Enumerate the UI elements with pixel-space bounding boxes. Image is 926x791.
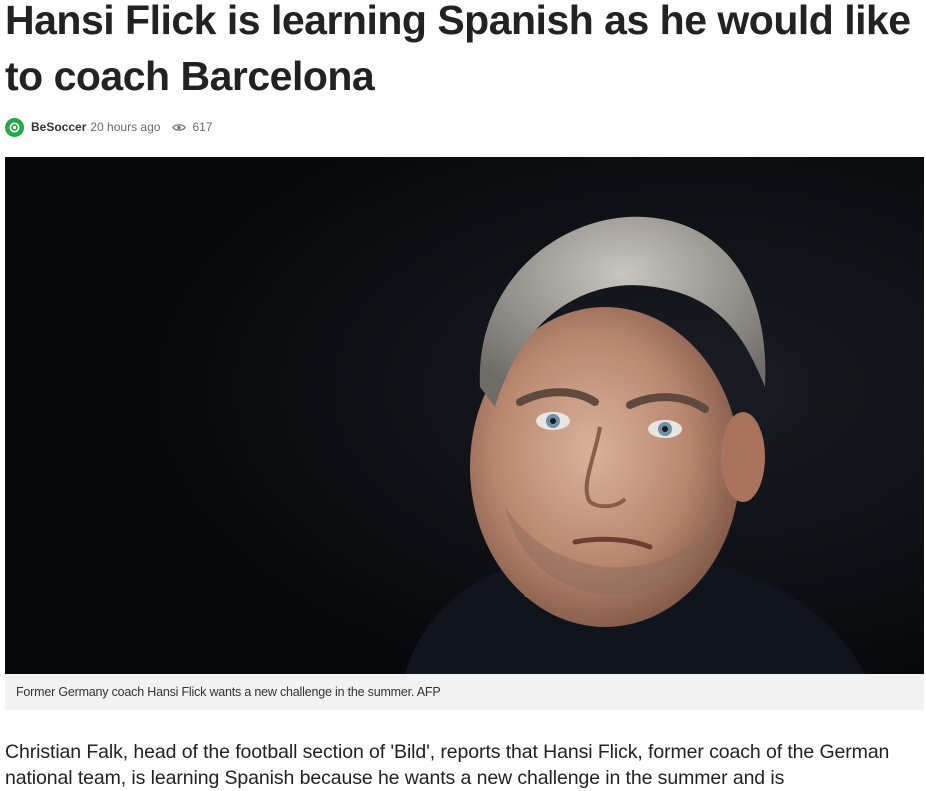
published-time: 20 hours ago — [90, 120, 161, 134]
eye-icon — [172, 123, 187, 132]
article-title: Hansi Flick is learning Spanish as he wo… — [5, 0, 911, 99]
article-body: Christian Falk, head of the football sec… — [5, 741, 890, 789]
besoccer-logo-icon — [5, 117, 24, 137]
coach-portrait-image — [5, 157, 924, 674]
view-count: 617 — [192, 120, 213, 134]
article-meta: BeSoccer 20 hours ago 617 — [5, 116, 212, 138]
source-name[interactable]: BeSoccer — [31, 120, 86, 134]
article-photo — [5, 157, 924, 674]
photo-caption: Former Germany coach Hansi Flick wants a… — [5, 674, 924, 710]
